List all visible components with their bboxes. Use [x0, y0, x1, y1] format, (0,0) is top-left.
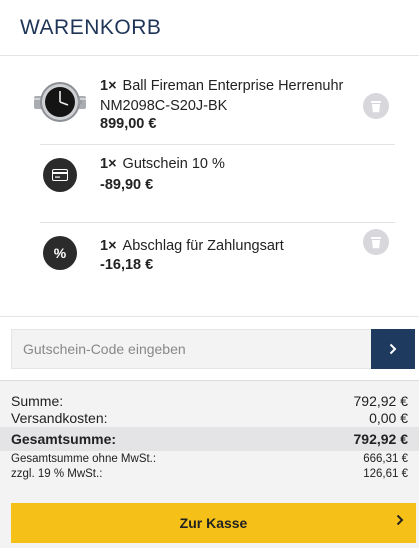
total-value: 792,92 €	[353, 431, 409, 447]
tax-label: zzgl. 19 % MwSt.:	[11, 468, 103, 480]
page-title: WARENKORB	[20, 16, 162, 39]
subtotal-value: 792,92 €	[353, 393, 409, 409]
remove-item-button[interactable]	[363, 93, 389, 119]
checkout-button[interactable]: Zur Kasse	[11, 503, 416, 543]
item-price: -16,18 €	[100, 257, 154, 273]
item-quantity: 1×	[100, 78, 117, 94]
net-total-label: Gesamtsumme ohne MwSt.:	[11, 453, 157, 465]
tax-row: zzgl. 19 % MwSt.: 126,61 €	[0, 468, 419, 480]
shipping-label: Versandkosten:	[11, 410, 108, 426]
apply-coupon-button[interactable]	[371, 329, 415, 369]
total-label: Gesamtsumme:	[11, 431, 117, 447]
item-quantity: 1×	[100, 156, 117, 172]
trash-icon	[371, 236, 381, 248]
coupon-section	[0, 316, 419, 380]
checkout-label: Zur Kasse	[179, 515, 248, 531]
net-total-value: 666,31 €	[363, 453, 408, 465]
watch-thumbnail[interactable]	[30, 72, 90, 132]
divider	[40, 222, 395, 223]
net-total-row: Gesamtsumme ohne MwSt.: 666,31 €	[0, 453, 419, 465]
chevron-right-icon	[389, 343, 397, 355]
percent-icon: %	[43, 236, 77, 270]
shipping-value: 0,00 €	[369, 410, 408, 426]
coupon-code-input[interactable]	[11, 329, 371, 369]
remove-item-button[interactable]	[363, 229, 389, 255]
item-price: -89,90 €	[100, 177, 154, 193]
voucher-icon	[43, 158, 77, 192]
trash-icon	[371, 100, 381, 112]
item-name[interactable]: Ball Fireman Enterprise Herrenuhr NM2098…	[100, 78, 343, 114]
subtotal-row: Summe: 792,92 €	[0, 393, 419, 409]
chevron-right-icon	[396, 514, 404, 526]
divider	[40, 144, 395, 145]
tax-value: 126,61 €	[363, 468, 408, 480]
item-price: 899,00 €	[100, 116, 157, 132]
shipping-row: Versandkosten: 0,00 €	[0, 410, 419, 426]
cart-header: WARENKORB	[0, 0, 419, 56]
subtotal-label: Summe:	[11, 393, 64, 409]
item-quantity: 1×	[100, 238, 117, 254]
item-name: Gutschein 10 %	[122, 156, 225, 172]
total-row: Gesamtsumme: 792,92 €	[0, 427, 419, 451]
item-name: Abschlag für Zahlungsart	[122, 238, 284, 254]
